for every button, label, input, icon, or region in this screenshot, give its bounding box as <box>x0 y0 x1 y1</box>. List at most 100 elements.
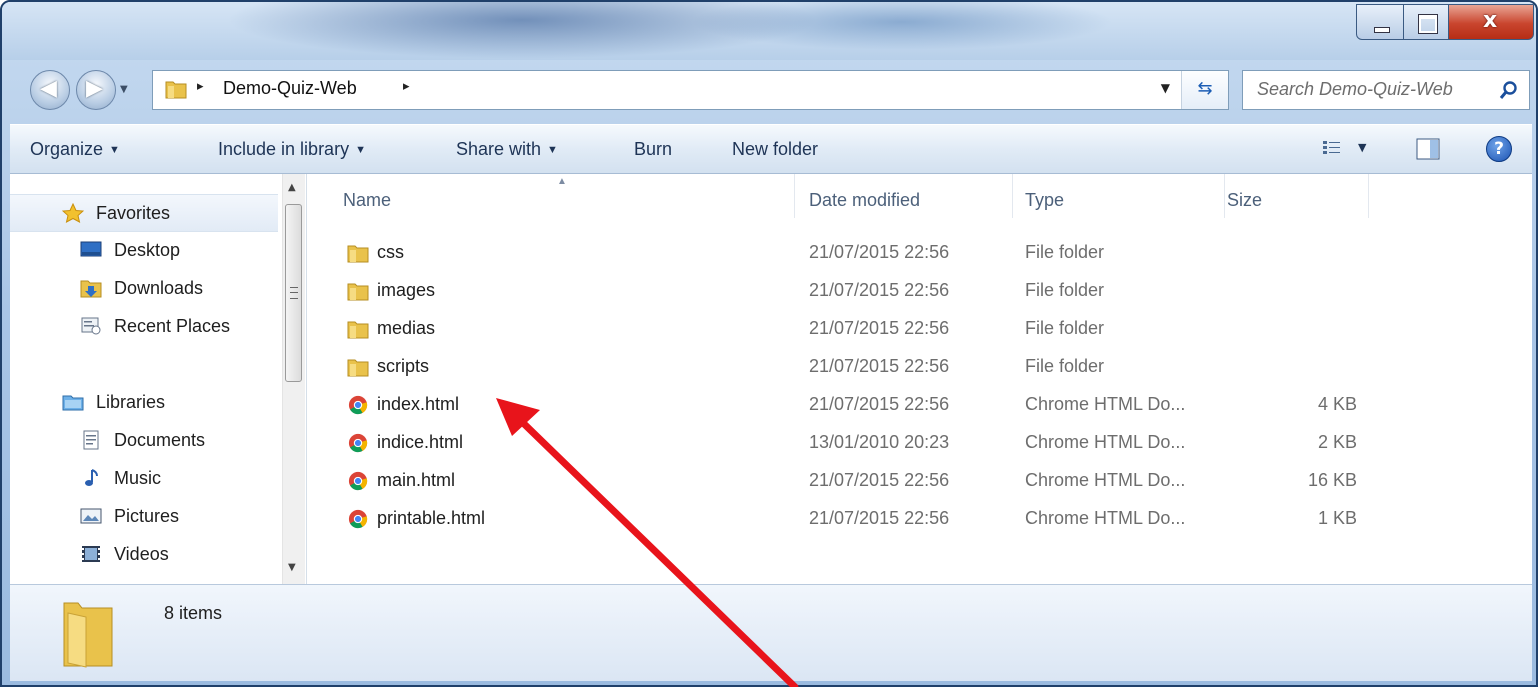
file-row[interactable]: printable.html 21/07/2015 22:56 Chrome H… <box>307 500 1532 537</box>
chrome-icon <box>348 471 368 491</box>
organize-button[interactable]: Organize ▼ <box>30 139 120 160</box>
column-header-name[interactable]: Name ▲ <box>307 174 795 218</box>
nav-label: Desktop <box>114 240 181 260</box>
nav-item-music[interactable]: Music <box>10 460 278 496</box>
forward-button[interactable]: ▶ <box>76 70 116 110</box>
desktop-icon <box>80 241 102 257</box>
file-size: 16 KB <box>1307 470 1357 490</box>
file-row[interactable]: images 21/07/2015 22:56 File folder <box>307 272 1532 309</box>
music-icon <box>85 469 98 486</box>
chrome-icon <box>348 509 368 529</box>
nav-item-favorites[interactable]: Favorites <box>10 194 278 232</box>
pictures-icon <box>80 508 102 524</box>
column-header-size[interactable]: Size <box>1225 174 1369 218</box>
preview-pane-icon[interactable] <box>1416 138 1440 160</box>
breadcrumb-separator[interactable]: ▸ <box>403 79 410 94</box>
file-name: printable.html <box>377 508 486 528</box>
file-row[interactable]: main.html 21/07/2015 22:56 Chrome HTML D… <box>307 462 1532 499</box>
recent-pages-dropdown[interactable]: ▼ <box>120 84 128 95</box>
search-box[interactable]: Search Demo-Quiz-Web <box>1242 70 1530 110</box>
column-label: Date modified <box>809 190 921 210</box>
share-with-button[interactable]: Share with ▼ <box>456 139 558 160</box>
file-row[interactable]: indice.html 13/01/2010 20:23 Chrome HTML… <box>307 424 1532 461</box>
breadcrumb-demo-quiz-web[interactable]: Demo-Quiz-Web <box>223 78 357 99</box>
include-in-library-button[interactable]: Include in library ▼ <box>218 139 366 160</box>
file-type: File folder <box>1025 280 1105 300</box>
chevron-down-icon: ▼ <box>355 144 366 156</box>
folder-icon <box>347 359 369 377</box>
minimize-icon <box>1374 27 1390 33</box>
column-header-type[interactable]: Type <box>1013 174 1225 218</box>
file-date: 21/07/2015 22:56 <box>809 356 950 376</box>
close-button[interactable]: x <box>1448 4 1534 40</box>
nav-item-videos[interactable]: Videos <box>10 536 278 572</box>
nav-label: Videos <box>114 544 169 564</box>
file-size: 1 KB <box>1317 508 1357 528</box>
file-size: 4 KB <box>1317 394 1357 414</box>
sort-ascending-icon: ▲ <box>557 176 567 187</box>
nav-item-desktop[interactable]: Desktop <box>10 232 278 268</box>
documents-icon <box>83 430 99 450</box>
address-bar[interactable]: ▸ Demo-Quiz-Web ▸ ▼ ⇆ <box>152 70 1229 110</box>
chevron-down-icon: ▼ <box>109 144 120 156</box>
help-icon[interactable]: ? <box>1486 136 1512 162</box>
file-row[interactable]: index.html 21/07/2015 22:56 Chrome HTML … <box>307 386 1532 423</box>
breadcrumb-separator[interactable]: ▸ <box>197 79 204 94</box>
new-folder-button[interactable]: New folder <box>732 139 818 160</box>
file-row[interactable]: css 21/07/2015 22:56 File folder <box>307 234 1532 271</box>
nav-item-pictures[interactable]: Pictures <box>10 498 278 534</box>
column-header-date-modified[interactable]: Date modified <box>795 174 1013 218</box>
file-name: main.html <box>377 470 456 490</box>
chrome-icon <box>348 395 368 415</box>
nav-label: Recent Places <box>114 316 231 336</box>
file-date: 21/07/2015 22:56 <box>809 242 950 262</box>
folder-icon <box>347 245 369 263</box>
nav-item-libraries[interactable]: Libraries <box>10 384 278 420</box>
file-name: medias <box>377 318 436 338</box>
file-type: File folder <box>1025 318 1105 338</box>
folder-icon <box>165 81 187 99</box>
scroll-thumb[interactable] <box>285 204 302 382</box>
nav-scrollbar[interactable]: ▲ ▼ <box>282 174 305 584</box>
file-type: Chrome HTML Do... <box>1025 508 1186 528</box>
include-in-library-label: Include in library <box>218 139 350 159</box>
address-dropdown[interactable]: ▼ <box>1161 81 1170 95</box>
search-icon[interactable] <box>1499 80 1519 100</box>
maximize-button[interactable] <box>1403 4 1449 40</box>
nav-item-recent-places[interactable]: Recent Places <box>10 308 278 344</box>
file-date: 21/07/2015 22:56 <box>809 318 950 338</box>
file-date: 21/07/2015 22:56 <box>809 280 950 300</box>
column-label: Name <box>343 190 392 210</box>
minimize-button[interactable] <box>1356 4 1404 40</box>
nav-item-downloads[interactable]: Downloads <box>10 270 278 306</box>
file-type: Chrome HTML Do... <box>1025 394 1186 414</box>
nav-item-documents[interactable]: Documents <box>10 422 278 458</box>
nav-label: Downloads <box>114 278 204 298</box>
file-size: 2 KB <box>1317 432 1357 452</box>
scroll-down-icon[interactable]: ▼ <box>288 562 296 573</box>
file-row[interactable]: scripts 21/07/2015 22:56 File folder <box>307 348 1532 385</box>
burn-button[interactable]: Burn <box>634 139 672 160</box>
change-view-icon[interactable] <box>1322 139 1342 157</box>
scroll-up-icon[interactable]: ▲ <box>288 182 296 193</box>
back-button[interactable]: ◀ <box>30 70 70 110</box>
file-list: Name ▲ Date modified Type Size css 21/07/… <box>307 174 1532 584</box>
arrow-right-icon: ▶ <box>86 76 103 101</box>
share-with-label: Share with <box>456 139 542 159</box>
close-icon: x <box>1483 8 1498 33</box>
explorer-window: x ◀ ▶ ▼ ▸ Demo-Quiz-Web ▸ ▼ ⇆ Search Dem… <box>0 0 1538 687</box>
file-type: Chrome HTML Do... <box>1025 432 1186 452</box>
nav-label: Documents <box>114 430 206 450</box>
navigation-pane: Favorites Desktop Downloads Recent Place… <box>10 174 307 584</box>
nav-label: Pictures <box>114 506 180 526</box>
column-label: Type <box>1025 190 1065 210</box>
view-options-dropdown[interactable]: ▼ <box>1358 141 1366 154</box>
refresh-button[interactable]: ⇆ <box>1181 71 1228 109</box>
title-bar <box>2 2 1536 60</box>
file-date: 21/07/2015 22:56 <box>809 394 950 414</box>
file-row[interactable]: medias 21/07/2015 22:56 File folder <box>307 310 1532 347</box>
file-name: images <box>377 280 436 300</box>
nav-label: Favorites <box>96 203 171 223</box>
search-input[interactable]: Search Demo-Quiz-Web <box>1257 79 1453 100</box>
nav-label: Music <box>114 468 162 488</box>
